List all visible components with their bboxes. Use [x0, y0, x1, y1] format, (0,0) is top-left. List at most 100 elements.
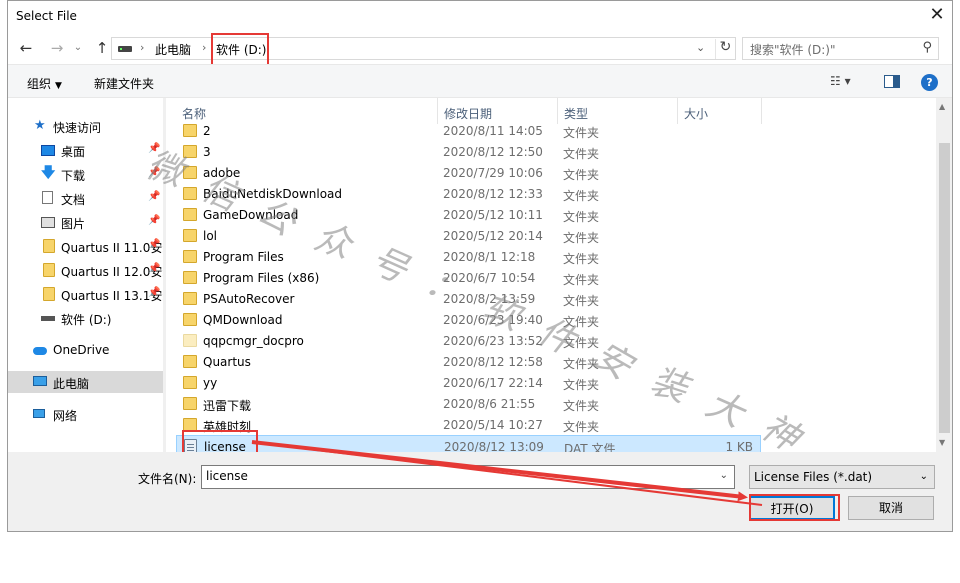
folder-icon — [43, 287, 55, 301]
folder-icon — [183, 313, 197, 326]
address-bar[interactable]: › 此电脑 › 软件 (D:) ⌄ ↻ — [111, 33, 736, 67]
scrollbar-thumb[interactable] — [939, 143, 950, 433]
file-list-scrollbar[interactable]: ▲ ▼ — [936, 98, 952, 452]
pin-icon: 📌 — [148, 191, 161, 202]
file-type: 文件夹 — [563, 189, 600, 203]
sort-ascending-icon: ⌃ — [314, 98, 322, 105]
file-date: 2020/8/12 13:09 — [444, 440, 544, 452]
scroll-up-icon[interactable]: ▲ — [939, 102, 945, 111]
new-folder-button[interactable]: 新建文件夹 — [94, 75, 154, 92]
folder-icon — [183, 271, 197, 284]
breadcrumb-separator[interactable]: › — [202, 41, 206, 54]
file-row[interactable]: QMDownload 2020/6/23 19:40 文件夹 — [176, 309, 761, 330]
file-list: 名称 ⌃ 修改日期 类型 大小 2 2020/8/11 14:05 文件夹 3 2020… — [166, 98, 936, 452]
back-arrow-icon[interactable]: ← — [16, 38, 36, 58]
file-name: 迅雷下载 — [203, 399, 252, 413]
license-highlight-box — [182, 430, 258, 452]
view-options-icon[interactable]: ☷ ▾ — [830, 74, 851, 88]
file-date: 2020/6/23 13:52 — [443, 334, 543, 348]
nav-item-desktop[interactable]: 桌面 📌 — [8, 139, 163, 161]
file-date: 2020/8/1 12:18 — [443, 250, 536, 264]
desktop-icon — [41, 145, 55, 156]
file-row[interactable]: 英雄时刻 2020/5/14 10:27 文件夹 — [176, 414, 761, 435]
chevron-down-icon[interactable]: ⌄ — [720, 470, 728, 481]
nav-item-label: 图片 — [61, 217, 86, 231]
file-date: 2020/6/23 19:40 — [443, 313, 543, 327]
breadcrumb-separator[interactable]: › — [140, 41, 144, 54]
file-row[interactable]: Program Files 2020/8/1 12:18 文件夹 — [176, 246, 761, 267]
nav-item-label: 此电脑 — [53, 377, 90, 391]
file-name: Program Files (x86) — [203, 271, 320, 285]
file-row[interactable]: GameDownload 2020/5/12 10:11 文件夹 — [176, 204, 761, 225]
cloud-icon — [33, 347, 47, 355]
filename-input[interactable] — [206, 469, 706, 483]
close-icon[interactable]: ✕ — [924, 4, 950, 28]
file-name: 2 — [203, 124, 211, 138]
preview-pane-icon[interactable] — [884, 75, 900, 88]
file-row[interactable]: PSAutoRecover 2020/8/2 13:59 文件夹 — [176, 288, 761, 309]
nav-item-drive-d[interactable]: 软件 (D:) — [8, 307, 163, 329]
cancel-button[interactable]: 取消 — [848, 496, 934, 520]
organize-button[interactable]: 组织 ▼ — [27, 75, 62, 92]
file-row[interactable]: BaiduNetdiskDownload 2020/8/12 12:33 文件夹 — [176, 183, 761, 204]
window-title: Select File — [16, 9, 77, 23]
filename-combobox[interactable]: ⌄ — [201, 465, 735, 489]
file-row[interactable]: lol 2020/5/12 20:14 文件夹 — [176, 225, 761, 246]
scroll-down-icon[interactable]: ▼ — [939, 438, 945, 447]
refresh-icon[interactable]: ↻ — [715, 39, 735, 59]
file-type-select[interactable]: License Files (*.dat) ⌄ — [749, 465, 935, 489]
nav-item-quartus-12[interactable]: Quartus II 12.0安装 📌 — [8, 259, 163, 281]
nav-item-pictures[interactable]: 图片 📌 — [8, 211, 163, 233]
file-row[interactable]: qqpcmgr_docpro 2020/6/23 13:52 文件夹 — [176, 330, 761, 351]
nav-item-onedrive[interactable]: OneDrive — [8, 339, 163, 361]
file-row[interactable]: Program Files (x86) 2020/6/7 10:54 文件夹 — [176, 267, 761, 288]
pin-icon: 📌 — [148, 143, 161, 154]
forward-arrow-icon[interactable]: → — [47, 38, 67, 58]
nav-item-this-pc[interactable]: 此电脑 — [8, 371, 163, 393]
drive-highlight-box — [211, 33, 269, 67]
nav-item-quick-access[interactable]: ★ 快速访问 — [8, 115, 163, 137]
pin-icon: 📌 — [148, 215, 161, 226]
file-name: BaiduNetdiskDownload — [203, 187, 343, 201]
address-dropdown-chevron-icon[interactable]: ⌄ — [696, 41, 705, 54]
file-date: 2020/8/2 13:59 — [443, 292, 536, 306]
help-icon[interactable]: ? — [921, 74, 938, 91]
file-type: 文件夹 — [563, 231, 600, 245]
file-type: 文件夹 — [563, 294, 600, 308]
nav-item-downloads[interactable]: 🡇 下载 📌 — [8, 163, 163, 185]
file-type: 文件夹 — [563, 420, 600, 434]
recent-locations-chevron-icon[interactable]: ⌄ — [68, 38, 88, 58]
file-type: 文件夹 — [563, 147, 600, 161]
folder-icon — [183, 376, 197, 389]
drive-icon — [118, 46, 132, 52]
breadcrumb-this-pc[interactable]: 此电脑 — [155, 41, 191, 58]
file-row[interactable]: adobe 2020/7/29 10:06 文件夹 — [176, 162, 761, 183]
file-row[interactable]: license 2020/8/12 13:09 DAT 文件 1 KB — [176, 435, 761, 452]
drive-icon — [41, 316, 55, 321]
file-date: 2020/5/12 10:11 — [443, 208, 543, 222]
file-row[interactable]: 3 2020/8/12 12:50 文件夹 — [176, 141, 761, 162]
file-row[interactable]: 2 2020/8/11 14:05 文件夹 — [176, 120, 761, 141]
file-name: Program Files — [203, 250, 284, 264]
file-date: 2020/5/14 10:27 — [443, 418, 543, 432]
address-row: ← → ⌄ ↑ › 此电脑 › 软件 (D:) ⌄ ↻ 搜索"软件 (D:)" … — [8, 32, 952, 67]
file-name: qqpcmgr_docpro — [203, 334, 304, 348]
file-name: GameDownload — [203, 208, 299, 222]
nav-item-quartus-13[interactable]: Quartus II 13.1安装 📌 — [8, 283, 163, 305]
folder-icon — [183, 229, 197, 242]
folder-icon — [183, 334, 197, 347]
file-date: 2020/8/6 21:55 — [443, 397, 536, 411]
file-date: 2020/8/12 12:50 — [443, 145, 543, 159]
folder-icon — [43, 263, 55, 277]
file-row[interactable]: yy 2020/6/17 22:14 文件夹 — [176, 372, 761, 393]
folder-icon — [43, 239, 55, 253]
nav-item-quartus-11[interactable]: Quartus II 11.0安装 📌 — [8, 235, 163, 257]
file-row[interactable]: 迅雷下载 2020/8/6 21:55 文件夹 — [176, 393, 761, 414]
nav-item-label: 下载 — [61, 169, 86, 183]
nav-item-documents[interactable]: 文档 📌 — [8, 187, 163, 209]
up-arrow-icon[interactable]: ↑ — [92, 38, 112, 58]
search-box[interactable]: 搜索"软件 (D:)" ⚲ — [742, 37, 939, 60]
nav-item-network[interactable]: 网络 — [8, 403, 163, 425]
file-row[interactable]: Quartus 2020/8/12 12:58 文件夹 — [176, 351, 761, 372]
folder-icon — [183, 397, 197, 410]
